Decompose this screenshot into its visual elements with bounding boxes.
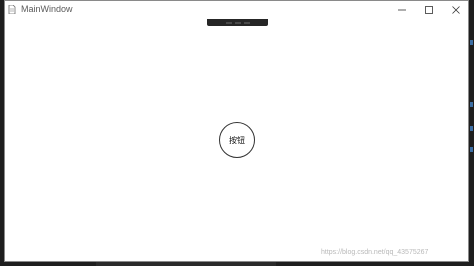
close-button[interactable] bbox=[443, 2, 469, 17]
maximize-icon bbox=[425, 5, 433, 14]
background-editor-right bbox=[469, 0, 474, 266]
main-window: MainWindow 按钮 https://blog.csdn.net/qq_4… bbox=[4, 0, 469, 262]
background-glyph bbox=[470, 102, 473, 107]
close-icon bbox=[452, 5, 460, 14]
window-title: MainWindow bbox=[21, 4, 73, 14]
title-bar[interactable]: MainWindow bbox=[5, 1, 468, 18]
debug-tool-icon[interactable] bbox=[225, 21, 232, 24]
watermark-text: https://blog.csdn.net/qq_43575267 bbox=[321, 249, 429, 256]
debug-tool-icon[interactable] bbox=[243, 21, 250, 24]
circle-button[interactable]: 按钮 bbox=[219, 122, 255, 158]
debug-tool-icon[interactable] bbox=[234, 21, 241, 24]
app-icon bbox=[8, 5, 16, 14]
debug-toolbar[interactable] bbox=[207, 19, 268, 26]
minimize-icon bbox=[398, 9, 406, 10]
background-glyph bbox=[470, 126, 473, 131]
minimize-button[interactable] bbox=[389, 2, 415, 17]
maximize-button[interactable] bbox=[416, 2, 442, 17]
background-glyph bbox=[470, 40, 473, 45]
background-code-line bbox=[96, 262, 276, 266]
background-glyph bbox=[470, 147, 473, 152]
